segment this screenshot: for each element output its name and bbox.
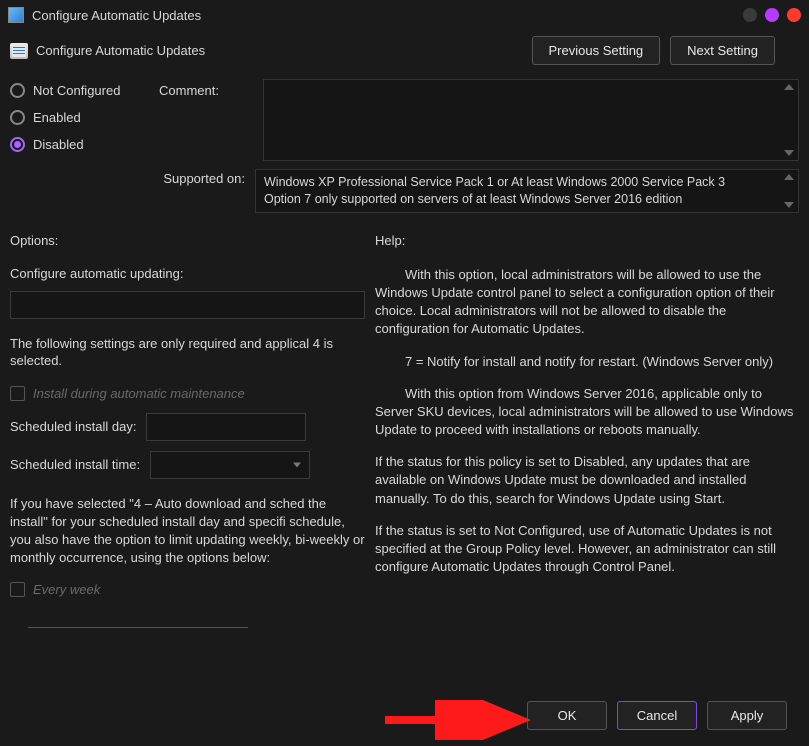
maximize-button[interactable] [765, 8, 779, 22]
install-maintenance-checkbox[interactable]: Install during automatic maintenance [10, 386, 365, 401]
help-p5: If the status is set to Not Configured, … [375, 522, 799, 577]
policy-icon [10, 43, 28, 59]
configure-updating-label: Configure automatic updating: [10, 266, 365, 281]
help-p2: 7 = Notify for install and notify for re… [375, 353, 799, 371]
radio-enabled-label: Enabled [33, 110, 81, 125]
supported-row: Supported on: Windows XP Professional Se… [0, 161, 809, 219]
scroll-up-icon[interactable] [784, 174, 794, 180]
options-header: Options: [10, 233, 365, 248]
supported-label: Supported on: [10, 169, 255, 186]
action-bar: OK Cancel Apply [0, 691, 809, 746]
policy-header: Configure Automatic Updates Previous Set… [0, 30, 809, 79]
install-maintenance-label: Install during automatic maintenance [33, 386, 245, 401]
help-header: Help: [375, 233, 799, 248]
titlebar: Configure Automatic Updates [0, 0, 809, 30]
required-note: The following settings are only required… [10, 335, 365, 370]
options-pane: Options: Configure automatic updating: T… [10, 233, 365, 691]
apply-button[interactable]: Apply [707, 701, 787, 730]
policy-title: Configure Automatic Updates [36, 43, 205, 58]
options-scrollbar[interactable] [28, 627, 248, 628]
cancel-button[interactable]: Cancel [617, 701, 697, 730]
supported-text: Windows XP Professional Service Pack 1 o… [264, 175, 725, 206]
close-button[interactable] [787, 8, 801, 22]
window-title: Configure Automatic Updates [32, 8, 201, 23]
radio-disabled[interactable]: Disabled [10, 137, 155, 152]
scroll-down-icon[interactable] [784, 202, 794, 208]
config-top: Not Configured Enabled Disabled Comment: [0, 79, 809, 161]
next-setting-button[interactable]: Next Setting [670, 36, 775, 65]
chevron-down-icon [293, 462, 301, 467]
help-p4: If the status for this policy is set to … [375, 453, 799, 508]
help-pane: Help: With this option, local administra… [375, 233, 799, 691]
minimize-button[interactable] [743, 8, 757, 22]
comment-field[interactable] [263, 79, 799, 161]
supported-field[interactable]: Windows XP Professional Service Pack 1 o… [255, 169, 799, 213]
app-icon [8, 7, 24, 23]
ok-button[interactable]: OK [527, 701, 607, 730]
help-body: With this option, local administrators w… [375, 266, 799, 577]
every-week-checkbox[interactable]: Every week [10, 582, 365, 597]
every-week-label: Every week [33, 582, 100, 597]
sched-day-dropdown[interactable] [146, 413, 306, 441]
sched-time-label: Scheduled install time: [10, 457, 140, 472]
radio-enabled[interactable]: Enabled [10, 110, 155, 125]
help-p1: With this option, local administrators w… [375, 266, 799, 339]
checkbox-icon [10, 386, 25, 401]
sched-day-label: Scheduled install day: [10, 419, 136, 434]
scroll-up-icon[interactable] [784, 84, 794, 90]
radio-disabled-label: Disabled [33, 137, 84, 152]
radio-not-configured[interactable]: Not Configured [10, 83, 155, 98]
help-p3: With this option from Windows Server 201… [375, 385, 799, 440]
configure-updating-dropdown[interactable] [10, 291, 365, 319]
checkbox-icon [10, 582, 25, 597]
limit-note: If you have selected "4 – Auto download … [10, 495, 365, 568]
radio-not-configured-label: Not Configured [33, 83, 120, 98]
comment-label: Comment: [159, 83, 219, 98]
sched-time-dropdown[interactable] [150, 451, 310, 479]
previous-setting-button[interactable]: Previous Setting [532, 36, 661, 65]
scroll-down-icon[interactable] [784, 150, 794, 156]
